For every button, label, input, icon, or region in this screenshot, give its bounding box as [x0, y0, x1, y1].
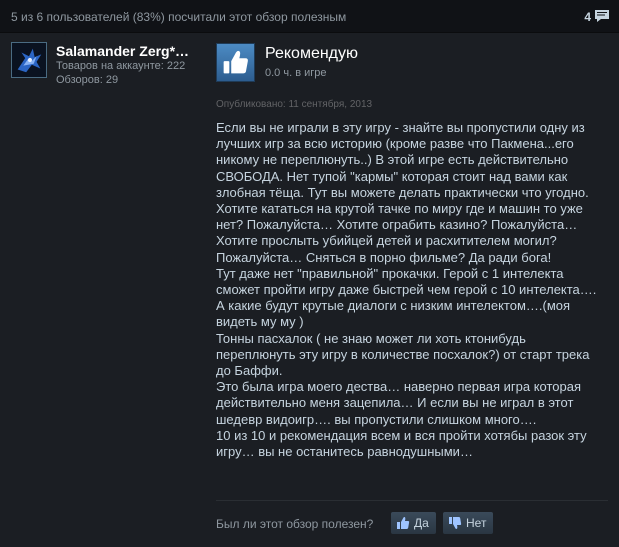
review-line: Это была игра моего дества… наверно перв…: [216, 379, 582, 395]
review-line: никому не переплюнуть..) В этой игре ест…: [216, 152, 569, 168]
author-review-count[interactable]: Обзоров: 29: [56, 74, 118, 86]
review-line: Хотите прослыть убийцей детей и расхитит…: [216, 233, 557, 249]
review-line: шедевр видоигр…. вы пропустили слишком м…: [216, 411, 537, 427]
vote-yes-button[interactable]: Да: [391, 512, 436, 534]
review-line: Тут даже нет "правильной" прокачки. Геро…: [216, 265, 564, 281]
review-line: действительно меня зацепила… И если вы н…: [216, 395, 574, 411]
review-line: 10 из 10 и рекомендация всем и вся пройт…: [216, 427, 587, 443]
review-text: Если вы не играли в эту игру - знайте вы…: [216, 120, 608, 460]
review-header-bar: 5 из 6 пользователей (83%) посчитали это…: [0, 0, 619, 33]
avatar[interactable]: [11, 42, 47, 78]
helpful-question: Был ли этот обзор полезен?: [216, 517, 374, 531]
thumbs-up-icon: [397, 517, 410, 529]
posted-date: Опубликовано: 11 сентября, 2013: [216, 99, 373, 110]
hours-played: 0.0 ч. в игре: [265, 67, 327, 79]
review-line: игру… вы не останитесь равнодушными…: [216, 444, 473, 460]
review-line: видеть му му ): [216, 314, 304, 330]
review-line: Если вы не играли в эту игру - знайте вы…: [216, 120, 585, 135]
review-line: нет? Пожалуйста… Хотите ограбить казино?…: [216, 217, 578, 233]
review-line: до Баффи.: [216, 363, 283, 379]
review-line: лучших игр за всю историю (кроме разве ч…: [216, 136, 574, 152]
review-line: переплюнуть эту игру в количестве посхал…: [216, 346, 590, 362]
thumbs-down-icon: [449, 517, 462, 529]
review-line: Хотите кататься на крутой тачке по миру …: [216, 201, 583, 217]
recommended-thumb-icon: [216, 43, 255, 82]
helpful-summary: 5 из 6 пользователей (83%) посчитали это…: [11, 10, 347, 24]
review-line: злобная тёща. Тут вы можете делать практ…: [216, 184, 589, 200]
review-line: Пожалуйста… Сняться в порно фильме? Да р…: [216, 249, 552, 265]
author-games-owned[interactable]: Товаров на аккаунте: 222: [56, 60, 185, 72]
review-line: СВОБОДА. Нет тупой "кармы" которая стоит…: [216, 168, 568, 184]
review-line: сможет пройти игру даже быстрей чем геро…: [216, 282, 597, 298]
vote-yes-label: Да: [414, 516, 429, 530]
comment-count[interactable]: 4: [584, 10, 591, 24]
author-name[interactable]: Salamander Zerg*…: [56, 43, 189, 59]
review-line: Тонны пасхалок ( не знаю может ли хоть к…: [216, 330, 526, 346]
review-line: А какие будут крутые диалоги с низким ин…: [216, 298, 571, 314]
vote-no-label: Нет: [466, 516, 487, 530]
thumbs-up-icon: [223, 50, 248, 74]
review-verdict: Рекомендую: [265, 45, 359, 62]
review-body: Salamander Zerg*… Товаров на аккаунте: 2…: [0, 34, 619, 547]
zerg-avatar-image: [12, 43, 46, 77]
divider: [216, 500, 608, 501]
vote-no-button[interactable]: Нет: [443, 512, 493, 534]
comment-icon[interactable]: [594, 9, 610, 23]
